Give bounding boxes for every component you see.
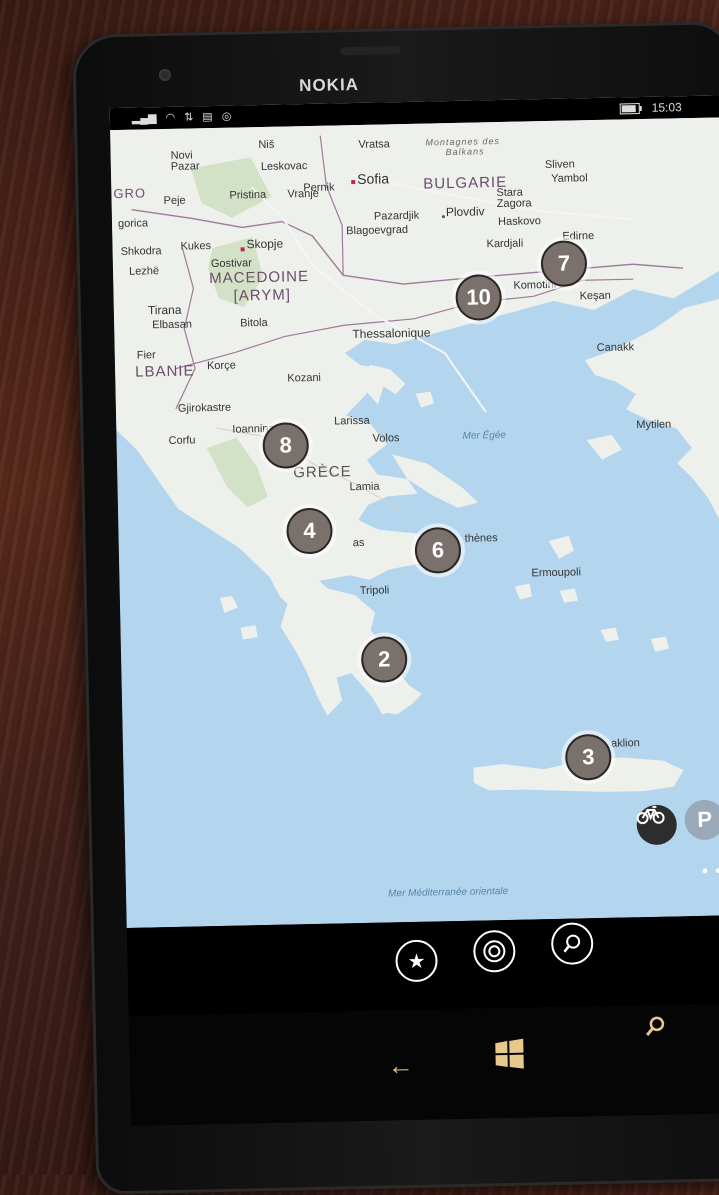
status-time: 15:03 [651,100,682,115]
map-canvas [110,117,719,928]
back-button[interactable]: ← [387,1050,414,1082]
capital-marker [351,180,356,185]
nearby-target-icon [483,940,506,963]
range-label: Balkans [445,146,485,158]
city-label: Lezhë [128,265,160,278]
brand-logo: NOKIA [298,74,360,96]
screen: ▂▄▆ ◠ ⇅ ▤ ◎ 15:03 Montagnes des Balkans … [109,95,719,928]
app-bar: ★ [126,915,719,1016]
start-button[interactable] [493,1038,526,1078]
city-label: aklion [610,737,640,750]
favorites-star-icon: ★ [407,950,426,973]
city-label: Fier [136,349,156,362]
city-label: Tripoli [359,584,390,598]
city-label: Skopje [246,236,284,252]
city-label: Pristina [229,188,267,202]
city-label: Kukes [180,240,212,253]
country-label: GRO [113,185,147,202]
bing-search-button[interactable] [643,1015,668,1046]
data-icon: ⇅ [184,111,194,124]
city-label: Volos [372,432,400,445]
city-label: as [352,536,365,550]
back-arrow-icon: ← [387,1049,415,1081]
city-label: Gostivar [210,257,252,271]
city-label: Tirana [147,302,182,318]
city-label: Corfu [168,434,196,447]
front-camera [158,68,172,82]
country-label: [ARYM] [233,286,292,305]
city-label: thènes [464,532,498,545]
earpiece [340,46,401,56]
city-label: Shkodra [120,245,162,258]
country-label: MACEDOINE [209,268,310,288]
country-label: LBANIE [134,362,195,381]
city-label: Stara Zagora [496,186,532,211]
battery-icon [619,103,640,115]
city-label: Thessalonique [352,325,431,342]
message-icon: ▤ [202,110,213,124]
bing-search-icon [645,1016,665,1037]
city-label: Pazardjik [373,209,420,223]
more-dots[interactable]: • • • [702,860,719,882]
city-label: Kardjali [486,237,524,251]
city-label: Bitola [240,316,268,330]
city-label: Pernik [303,181,335,195]
city-label: Novi Pazar [170,149,200,173]
city-label: Plovdiv [445,204,485,220]
favorites-button[interactable]: ★ [395,939,438,983]
city-label: Vratsa [358,138,390,151]
search-icon [563,934,581,953]
signal-icon: ▂▄▆ [131,112,157,125]
hardware-nav-bar: ← [128,1003,719,1126]
city-label: Peje [163,194,186,208]
city-label: Mytilen [636,418,672,432]
city-label: Blagoevgrad [346,223,409,238]
town-marker [441,215,445,219]
city-label: Canakk [596,341,635,354]
city-label: Korçe [206,359,236,373]
windows-start-icon [495,1038,524,1069]
bicycle-icon [636,805,665,825]
city-label: Sliven [544,158,575,172]
city-label: Yambol [551,172,588,185]
nearby-button[interactable] [472,929,516,973]
city-label: Gjirokastre [177,401,232,415]
city-label: Larissa [334,414,370,428]
city-label: Kozani [287,371,322,385]
parking-icon: P [697,806,713,832]
country-label: BULGARIE [423,173,508,193]
city-label: Sofia [356,170,390,187]
city-label: Lamia [349,480,380,494]
sea-label: Mer Égée [462,429,507,442]
city-label: Elbasan [152,318,193,332]
search-button[interactable] [550,922,594,966]
phone-body: NOKIA ▂▄▆ ◠ ⇅ ▤ ◎ 15:03 Montagnes des Ba… [72,21,719,1195]
capital-marker [240,247,245,252]
map-view[interactable]: Montagnes des Balkans Niš Vratsa Novi Pa… [110,117,719,928]
country-label: GRÈCE [293,463,352,482]
city-label: Niš [258,138,275,152]
wifi-icon: ◠ [165,111,176,124]
city-label: gorica [117,217,149,230]
city-label: Ermoupoli [531,566,582,580]
location-icon: ◎ [221,110,232,123]
city-label: Leskovac [260,160,308,173]
city-label: Haskovo [497,215,541,229]
city-label: Keşan [579,289,611,303]
